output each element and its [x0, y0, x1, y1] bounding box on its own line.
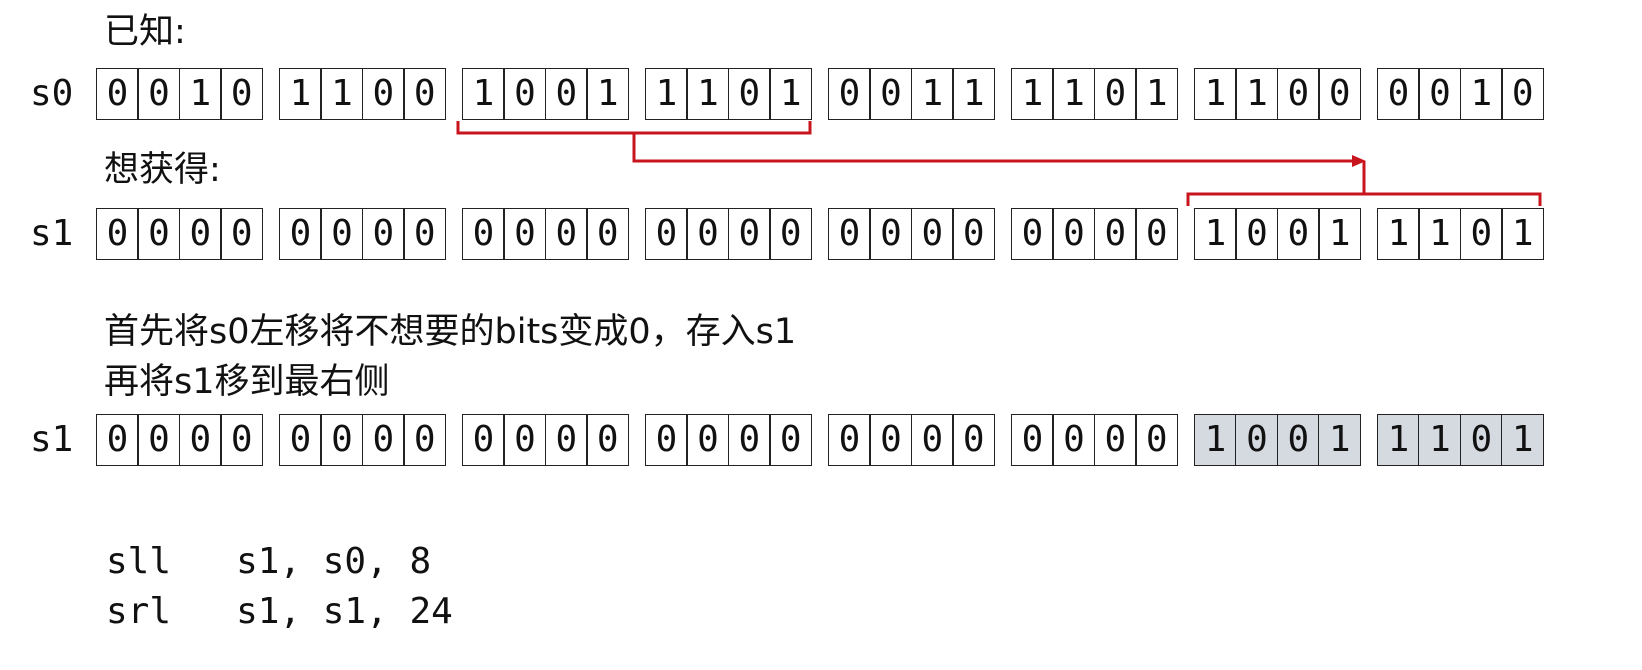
shift-arrow-line [632, 133, 1354, 163]
target-bracket [1186, 192, 1542, 206]
shift-arrow-diagram [456, 121, 1542, 206]
source-bracket [456, 121, 812, 135]
